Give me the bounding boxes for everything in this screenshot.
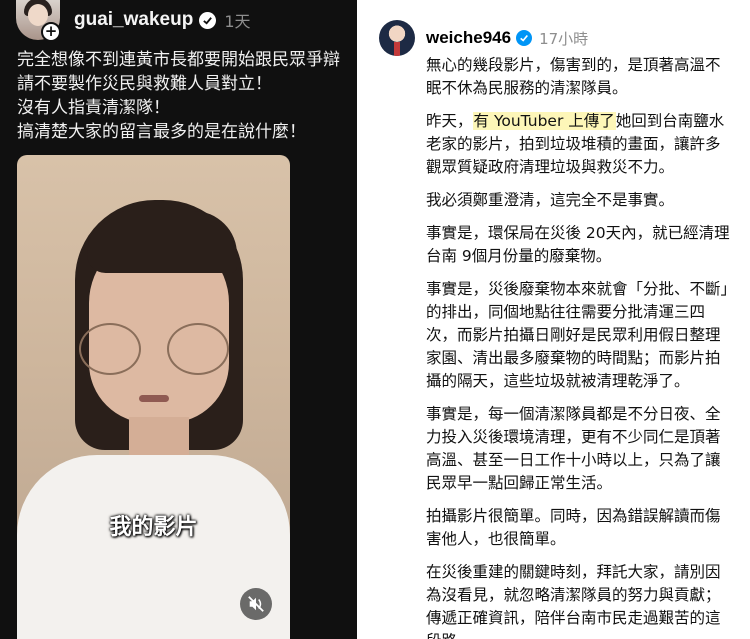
username[interactable]: weiche946 — [426, 28, 511, 48]
verified-badge-icon — [516, 30, 533, 46]
post-time: 1天 — [224, 12, 251, 31]
right-post-panel: weiche946 17小時 無心的幾段影片，傷害到的，是頂著高溫不 眠不休為民… — [357, 0, 750, 639]
paragraph: 無心的幾段影片，傷害到的，是頂著高溫不 眠不休為民服務的清潔隊員。 — [426, 56, 721, 97]
caption-line: 完全想像不到連黃市長都要開始跟民眾爭辯 — [17, 50, 340, 70]
post-body: 無心的幾段影片，傷害到的，是頂著高溫不 眠不休為民服務的清潔隊員。 昨天，有 Y… — [426, 54, 750, 639]
left-post-header: + guai_wakeup 1天 — [16, 0, 251, 42]
caption-line: 請不要製作災民與救難人員對立！ — [17, 74, 272, 94]
paragraph: 昨天，有 YouTuber 上傳了她回到台南鹽水 老家的影片，拍到垃圾堆積的畫面… — [426, 112, 725, 176]
caption-line: 沒有人指責清潔隊！ — [17, 98, 170, 118]
speaker-muted-icon[interactable] — [240, 588, 272, 620]
video-player[interactable]: 我的影片 — [17, 155, 290, 639]
follow-plus-icon[interactable]: + — [41, 22, 61, 42]
verified-badge-icon — [199, 11, 217, 29]
paragraph: 在災後重建的關鍵時刻，拜託大家，請別因 為沒看見，就忽略清潔隊員的努力與貢獻； … — [426, 563, 721, 639]
paragraph: 事實是，災後廢棄物本來就會「分批、不斷」 的排出，同個地點往往需要分批清運三四 … — [426, 280, 737, 390]
post-caption: 完全想像不到連黃市長都要開始跟民眾爭辯 請不要製作災民與救難人員對立！ 沒有人指… — [17, 48, 353, 144]
caption-line: 搞清楚大家的留言最多的是在說什麼！ — [17, 122, 306, 142]
paragraph: 我必須鄭重澄清，這完全不是事實。 — [426, 191, 675, 209]
paragraph: 拍攝影片很簡單。同時，因為錯誤解讀而傷 害他人，也很簡單。 — [426, 507, 721, 548]
avatar[interactable] — [379, 20, 415, 56]
video-subtitle: 我的影片 — [109, 515, 198, 540]
paragraph: 事實是，每一個清潔隊員都是不分日夜、全 力投入災後環境清理，更有不少同仁是頂著 … — [426, 405, 721, 492]
highlighted-text: 有 YouTuber 上傳了 — [472, 112, 616, 130]
paragraph: 事實是，環保局在災後 20天內，就已經清理 台南 9個月份量的廢棄物。 — [426, 224, 730, 265]
avatar[interactable]: + — [16, 0, 61, 42]
right-post-header: weiche946 17小時 — [379, 20, 588, 56]
username[interactable]: guai_wakeup — [74, 9, 193, 31]
post-time: 17小時 — [539, 29, 589, 48]
left-post-panel: + guai_wakeup 1天 完全想像不到連黃市長都要開始跟民眾爭辯 請不要… — [0, 0, 357, 639]
